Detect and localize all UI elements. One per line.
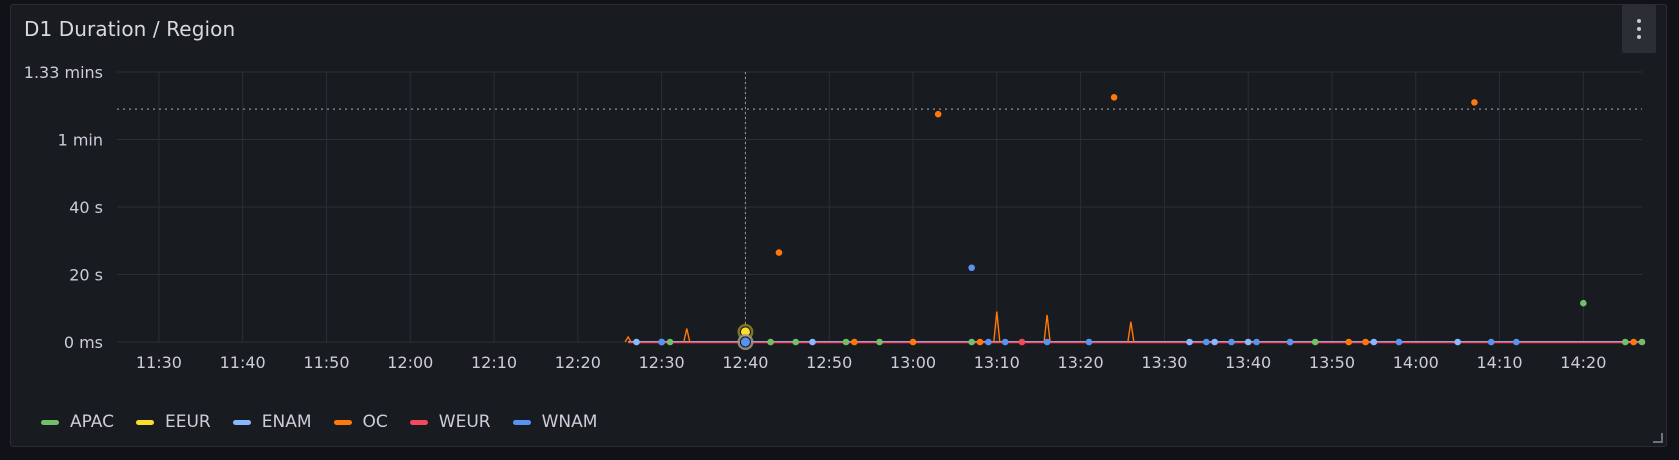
- data-point-enam: [809, 338, 816, 346]
- data-point-apac: [792, 338, 800, 346]
- hover-point-wnam: [739, 336, 751, 348]
- data-point-apac: [666, 338, 674, 346]
- series-spike-oc: [1127, 321, 1135, 343]
- x-tick-label: 13:30: [1141, 353, 1187, 372]
- data-point-wnam: [1202, 338, 1210, 346]
- x-tick-label: 13:20: [1058, 353, 1104, 372]
- x-tick-label: 12:00: [387, 353, 433, 372]
- data-point-enam: [1211, 338, 1218, 346]
- data-point-apac: [1580, 299, 1587, 307]
- data-point-oc: [1362, 338, 1369, 346]
- x-tick-label: 14:00: [1393, 353, 1439, 372]
- data-point-apac: [1311, 338, 1319, 346]
- y-tick-label: 1 min: [58, 131, 103, 150]
- x-tick-label: 14:10: [1477, 353, 1523, 372]
- legend-label: OC: [362, 412, 388, 432]
- legend-swatch: [232, 419, 251, 425]
- x-tick-label: 13:50: [1309, 353, 1355, 372]
- legend-swatch: [409, 419, 428, 425]
- data-point-apac: [876, 338, 883, 346]
- legend-item-apac[interactable]: APAC: [41, 412, 114, 432]
- legend-label: EEUR: [165, 412, 211, 432]
- legend-swatch: [136, 419, 154, 425]
- data-point-wnam: [1253, 338, 1260, 346]
- x-tick-label: 13:10: [974, 353, 1020, 372]
- legend-item-eeur[interactable]: EEUR: [136, 412, 211, 432]
- x-tick-label: 13:00: [890, 353, 936, 372]
- data-point-enam: [1186, 338, 1193, 346]
- resize-handle-icon[interactable]: [1653, 433, 1663, 443]
- data-point-oc: [934, 110, 942, 118]
- data-point-wnam: [1043, 338, 1051, 346]
- legend-label: WEUR: [438, 412, 491, 432]
- x-tick-label: 12:40: [722, 353, 768, 372]
- legend-item-oc[interactable]: OC: [333, 412, 388, 432]
- data-point-oc: [909, 338, 917, 346]
- data-point-enam: [1370, 338, 1378, 346]
- data-point-weur: [1018, 338, 1026, 346]
- series-spike-oc: [1043, 314, 1051, 343]
- data-point-oc: [1630, 338, 1637, 346]
- x-tick-label: 12:10: [471, 353, 517, 372]
- data-point-oc: [775, 249, 783, 256]
- data-point-oc: [1345, 338, 1353, 346]
- y-tick-label: 20 s: [69, 266, 103, 285]
- legend-swatch: [333, 419, 352, 425]
- x-tick-label: 11:50: [303, 353, 349, 372]
- legend-swatch: [512, 419, 531, 425]
- data-point-wnam: [1001, 338, 1009, 346]
- legend-swatch: [41, 419, 59, 425]
- data-point-oc: [1110, 94, 1118, 101]
- x-tick-label: 13:40: [1225, 353, 1271, 372]
- y-tick-label: 1.33 mins: [24, 63, 103, 82]
- data-point-wnam: [1286, 338, 1294, 346]
- data-point-apac: [1621, 338, 1629, 346]
- data-point-oc: [851, 338, 858, 346]
- data-point-wnam: [1085, 338, 1093, 346]
- legend-item-wnam[interactable]: WNAM: [512, 412, 598, 432]
- data-point-enam: [633, 338, 640, 346]
- data-point-oc: [976, 338, 984, 346]
- data-point-enam: [1454, 338, 1461, 346]
- series-spike-oc: [683, 328, 691, 343]
- data-point-apac: [1638, 338, 1646, 346]
- legend-item-weur[interactable]: WEUR: [409, 412, 491, 432]
- data-point-wnam: [1395, 338, 1403, 346]
- duration-panel: D1 Duration / Region 0 ms 20 s 40 s1 min 1.…: [10, 4, 1667, 447]
- legend-label: WNAM: [541, 412, 598, 432]
- data-point-apac: [767, 338, 774, 346]
- x-tick-label: 12:50: [806, 353, 852, 372]
- x-tick-label: 14:20: [1560, 353, 1606, 372]
- data-point-wnam: [1487, 338, 1495, 346]
- legend-item-enam[interactable]: ENAM: [232, 412, 312, 432]
- data-point-wnam: [968, 264, 975, 272]
- data-point-oc: [1471, 99, 1478, 106]
- data-point-wnam: [1513, 338, 1520, 346]
- chart-area[interactable]: 0 ms 20 s 40 s 1 min 1.33 mins 11:30 11:40 11:5…: [11, 5, 1668, 405]
- data-point-apac: [842, 338, 850, 346]
- data-point-wnam: [1228, 338, 1235, 346]
- y-tick-label: 40 s: [69, 198, 103, 217]
- x-tick-label: 11:40: [220, 353, 266, 372]
- x-tick-label: 12:30: [639, 353, 685, 372]
- legend-label: APAC: [70, 412, 114, 432]
- x-tick-label: 12:20: [555, 353, 601, 372]
- data-point-wnam: [985, 338, 992, 346]
- legend: APAC EEUR ENAM OC WEUR WNAM: [41, 412, 619, 432]
- y-tick-label: 0 ms: [64, 333, 103, 352]
- data-point-enam: [1244, 338, 1252, 346]
- x-tick-label: 11:30: [136, 353, 182, 372]
- legend-label: ENAM: [261, 412, 312, 432]
- data-point-apac: [968, 338, 975, 346]
- data-point-wnam: [658, 338, 665, 346]
